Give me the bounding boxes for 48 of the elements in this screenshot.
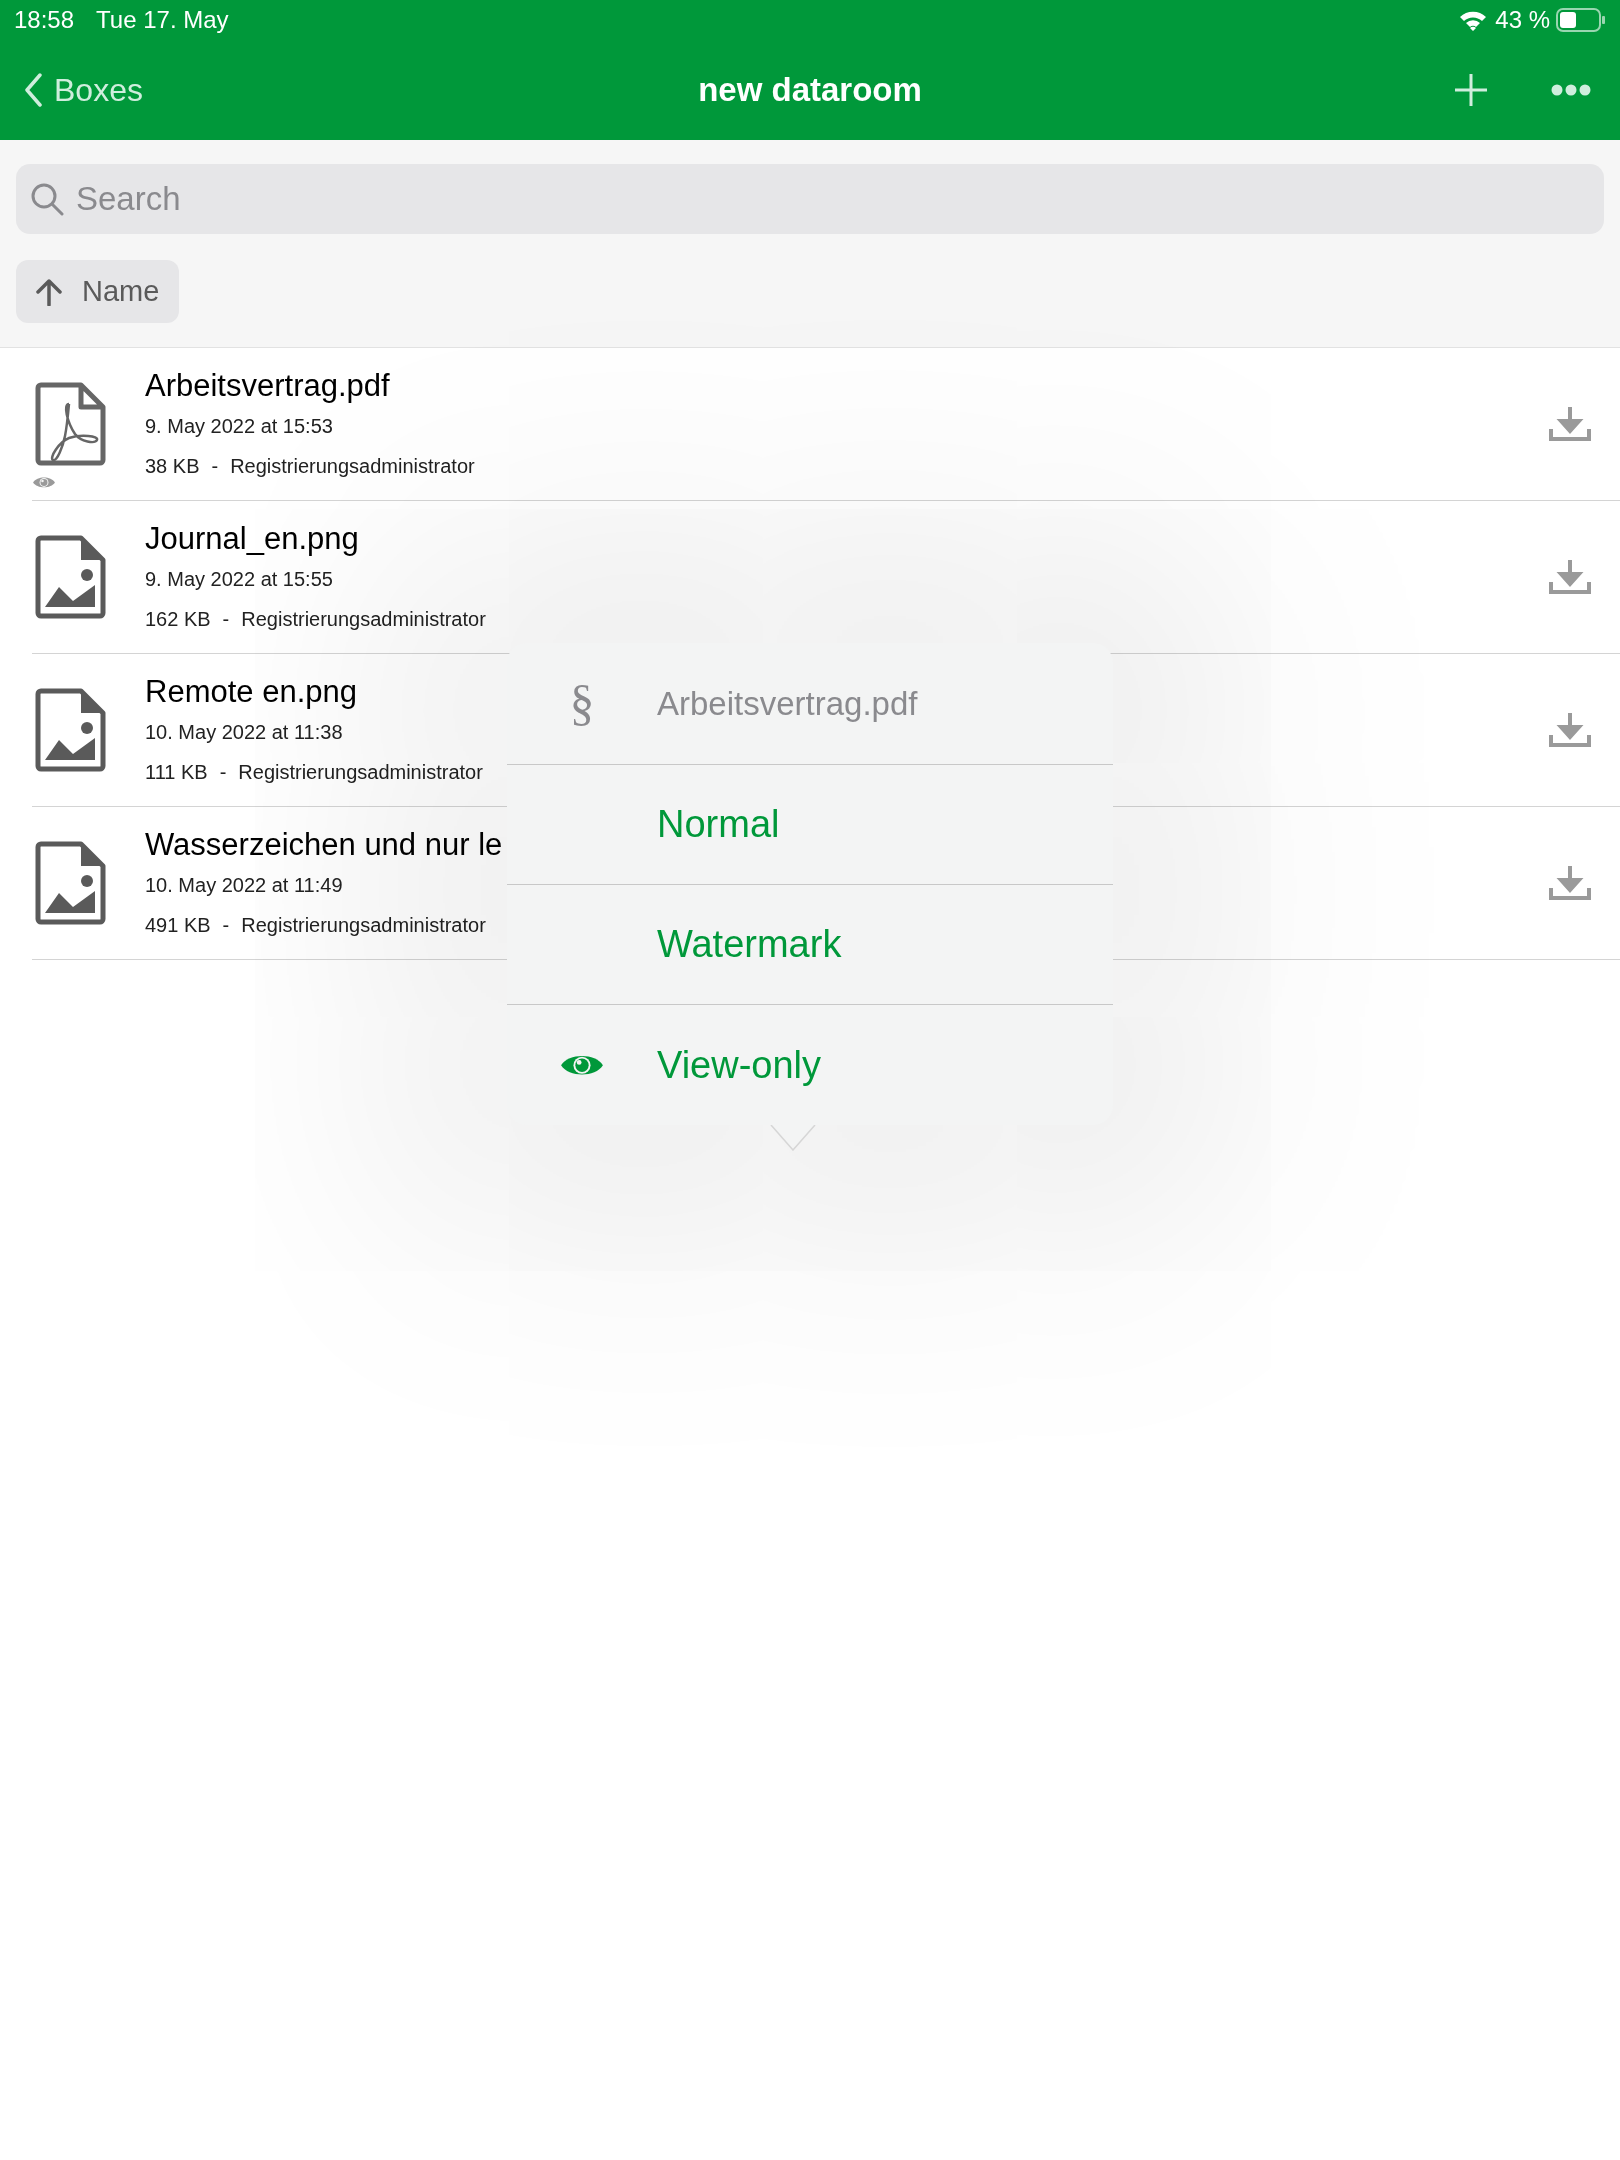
section-icon: § (507, 666, 657, 741)
download-icon (1549, 711, 1591, 749)
eye-icon (32, 475, 56, 490)
file-owner: Registrierungsadministrator (241, 913, 486, 938)
search-icon (30, 182, 64, 216)
file-name: Wasserzeichen und nur le (145, 826, 503, 864)
file-owner: Registrierungsadministrator (238, 760, 483, 785)
file-date: 10. May 2022 at 11:49 (145, 873, 343, 898)
file-size: 38 KB (145, 454, 200, 479)
back-chevron-icon (24, 73, 42, 107)
search-field[interactable]: Search (16, 164, 1604, 234)
separator: - (211, 454, 219, 479)
image-file-icon (35, 535, 107, 619)
status-time: 18:58 (14, 5, 75, 35)
page-title: new dataroom (698, 70, 922, 111)
file-size: 111 KB (145, 760, 208, 785)
image-file-icon (35, 841, 107, 925)
sort-button[interactable]: Name (16, 260, 180, 323)
battery-percentage: 43 % (1495, 5, 1550, 35)
status-date: Tue 17. May (96, 5, 229, 35)
popover-title: Arbeitsvertrag.pdf (657, 683, 918, 724)
battery-icon (1556, 8, 1606, 32)
file-name: Remote en.png (145, 673, 357, 711)
separator: - (222, 913, 230, 938)
download-icon (1549, 405, 1591, 443)
menu-option[interactable]: Normal (507, 765, 1113, 885)
download-icon (1549, 558, 1591, 596)
more-icon (1551, 84, 1591, 96)
arrow-up-icon (36, 277, 62, 306)
menu-option[interactable]: Watermark (507, 885, 1113, 1005)
pdf-file-icon (35, 382, 107, 466)
add-icon (1453, 72, 1489, 108)
file-owner: Registrierungsadministrator (230, 454, 475, 479)
menu-option[interactable]: View-only (507, 1005, 1113, 1125)
file-size: 162 KB (145, 607, 211, 632)
wifi-icon (1459, 9, 1488, 31)
separator: - (222, 607, 230, 632)
file-name: Arbeitsvertrag.pdf (145, 367, 390, 405)
download-icon (1549, 864, 1591, 902)
separator: - (219, 760, 227, 785)
file-date: 10. May 2022 at 11:38 (145, 720, 343, 745)
file-date: 9. May 2022 at 15:55 (145, 567, 333, 592)
back-button[interactable]: Boxes (24, 66, 143, 114)
file-date: 9. May 2022 at 15:53 (145, 414, 333, 439)
file-name: Journal_en.png (145, 520, 359, 558)
file-size: 491 KB (145, 913, 211, 938)
image-file-icon (35, 688, 107, 772)
file-owner: Registrierungsadministrator (241, 607, 486, 632)
